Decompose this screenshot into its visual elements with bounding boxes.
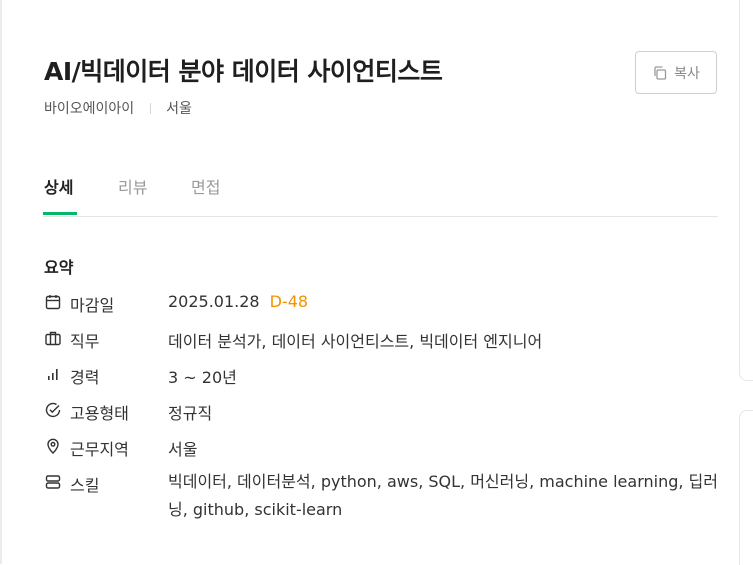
skills-label: 스킬	[70, 476, 100, 495]
server-icon	[44, 473, 62, 491]
duty-value: 데이터 분석가, 데이터 사이언티스트, 빅데이터 엔지니어	[168, 332, 543, 351]
detail-tabs: 상세 리뷰 면접	[43, 170, 718, 217]
job-location: 서울	[166, 101, 192, 117]
region-label: 근무지역	[70, 440, 129, 459]
tab-interview[interactable]: 면접	[191, 174, 220, 198]
dday-badge: D-48	[269, 292, 309, 311]
employment-value: 정규직	[168, 404, 213, 423]
briefcase-icon	[44, 329, 62, 347]
career-label: 경력	[70, 368, 100, 387]
tab-review[interactable]: 리뷰	[118, 174, 147, 198]
deadline-date: 2025.01.28	[168, 292, 260, 311]
summary-row-region: 근무지역	[44, 434, 129, 459]
location-pin-icon	[44, 437, 62, 455]
deadline-value: 2025.01.28 D-48	[168, 292, 308, 311]
company-name[interactable]: 바이오에이아이	[44, 98, 134, 118]
page-left-border	[0, 0, 2, 564]
summary-title: 요약	[44, 258, 74, 277]
check-circle-icon	[44, 401, 62, 419]
copy-icon	[654, 65, 667, 80]
job-meta: 바이오에이아이 서울	[44, 98, 192, 118]
summary-row-skills: 스킬	[44, 470, 99, 495]
side-panel-edge	[739, 0, 753, 381]
deadline-label: 마감일	[70, 296, 115, 315]
active-tab-indicator	[43, 212, 77, 215]
meta-divider	[150, 102, 152, 114]
duty-label: 직무	[70, 332, 100, 351]
bar-chart-icon	[44, 365, 62, 383]
region-value: 서울	[168, 440, 198, 459]
summary-row-deadline: 마감일	[44, 290, 114, 315]
job-title: AI/빅데이터 분야 데이터 사이언티스트	[44, 57, 443, 86]
summary-row-employment: 고용형태	[44, 398, 129, 423]
employment-label: 고용형태	[70, 404, 129, 423]
copy-button[interactable]: 복사	[635, 51, 717, 94]
summary-row-duty: 직무	[44, 326, 99, 351]
skills-value: 빅데이터, 데이터분석, python, aws, SQL, 머신러닝, mac…	[168, 472, 718, 519]
copy-button-label: 복사	[674, 65, 700, 82]
side-panel-edge-lower	[739, 410, 753, 565]
summary-row-career: 경력	[44, 362, 99, 387]
tab-detail[interactable]: 상세	[44, 174, 73, 198]
career-value: 3 ~ 20년	[168, 368, 237, 387]
calendar-icon	[44, 293, 62, 311]
